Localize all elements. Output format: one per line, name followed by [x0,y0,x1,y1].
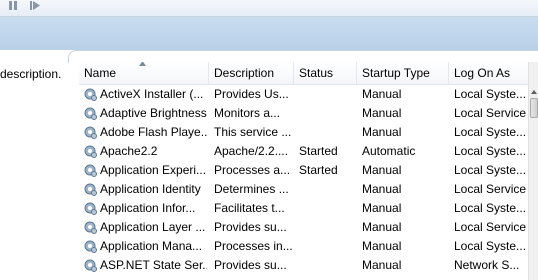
service-startup-type: Manual [362,125,402,139]
service-status [299,85,357,104]
scrollbar-thumb[interactable] [530,98,538,118]
service-description: Determines ... [214,182,289,196]
service-name: Application Identity [100,182,201,196]
service-name: Application Mana... [100,239,203,253]
service-row[interactable]: ActiveX Installer (... Provides Us... Ma… [79,85,528,104]
vertical-scrollbar[interactable] [528,62,538,280]
service-log-on-as: Local Service [454,106,527,120]
gear-service-icon [84,164,97,177]
service-status [299,218,357,237]
service-description: Provides su... [214,258,287,272]
service-status [299,123,357,142]
service-description: Provides su... [214,220,287,234]
service-description: Apache/2.2.... [214,144,289,158]
column-header-startup-type[interactable]: Startup Type [357,62,449,84]
gear-service-icon [84,145,97,158]
service-log-on-as: Local Syste... [454,144,527,158]
service-status [299,180,357,199]
column-header-log-on-as[interactable]: Log On As [449,62,528,84]
scroll-up-arrow-icon[interactable] [530,88,538,96]
service-row[interactable]: Application Mana... Processes in... Manu… [79,237,528,256]
pause-icon[interactable] [6,0,20,12]
service-name: ActiveX Installer (... [100,87,204,101]
service-startup-type: Manual [362,106,402,120]
column-header-row: Name Description Status Startup Type Log… [79,62,528,85]
description-pane-text: description. [0,67,62,81]
service-row[interactable]: Apache2.2 Apache/2.2.... Started Automat… [79,142,528,161]
gear-service-icon [84,221,97,234]
service-row[interactable]: Application Layer ... Provides su... Man… [79,218,528,237]
service-status: Started [299,163,338,177]
service-startup-type: Manual [362,239,402,253]
gear-service-icon [84,240,97,253]
service-startup-type: Manual [362,182,402,196]
service-name: Application Infor... [100,201,196,215]
service-startup-type: Automatic [362,144,416,158]
service-startup-type: Manual [362,258,402,272]
service-row[interactable]: Adobe Flash Playe... This service ... Ma… [79,123,528,142]
service-row[interactable]: Adaptive Brightness Monitors a... Manual… [79,104,528,123]
service-row[interactable]: ASP.NET State Ser... Provides su... Manu… [79,256,528,275]
service-status [299,256,357,275]
service-log-on-as: Local Syste... [454,201,527,215]
gear-service-icon [84,202,97,215]
service-log-on-as: Network S... [454,258,520,272]
gear-service-icon [84,259,97,272]
service-status [299,199,357,218]
column-header-status[interactable]: Status [294,62,357,84]
service-name: Application Layer ... [100,220,206,234]
service-startup-type: Manual [362,163,402,177]
service-name: Apache2.2 [100,144,158,158]
gear-service-icon [84,107,97,120]
service-row[interactable]: Application Identity Determines ... Manu… [79,180,528,199]
service-name: Adaptive Brightness [100,106,207,120]
service-description: Provides Us... [214,87,289,101]
gear-service-icon [84,88,97,101]
service-name: Application Experi... [100,163,207,177]
service-status [299,237,357,256]
service-description: Monitors a... [214,106,281,120]
service-log-on-as: Local Syste... [454,163,527,177]
service-status [299,104,357,123]
service-description: Processes a... [214,163,291,177]
service-log-on-as: Local Syste... [454,87,527,101]
gear-service-icon [84,183,97,196]
toolbar [0,0,538,17]
sort-ascending-icon [139,62,146,66]
gear-service-icon [84,126,97,139]
service-log-on-as: Local Service [454,182,527,196]
service-description: Processes in... [214,239,293,253]
service-startup-type: Manual [362,87,402,101]
service-name: Adobe Flash Playe... [100,125,207,139]
service-name: ASP.NET State Ser... [100,258,207,272]
service-startup-type: Manual [362,201,402,215]
service-description: This service ... [214,125,292,139]
service-log-on-as: Local Syste... [454,125,527,139]
column-header-name[interactable]: Name [79,62,209,84]
service-description: Facilitates t... [214,201,285,215]
service-startup-type: Manual [362,220,402,234]
service-status: Started [299,144,338,158]
service-log-on-as: Local Syste... [454,239,527,253]
services-list: ActiveX Installer (... Provides Us... Ma… [79,85,528,275]
service-row[interactable]: Application Infor... Facilitates t... Ma… [79,199,528,218]
column-header-description[interactable]: Description [209,62,294,84]
restart-icon[interactable] [28,0,42,12]
service-row[interactable]: Application Experi... Processes a... Sta… [79,161,528,180]
service-log-on-as: Local Service [454,220,527,234]
